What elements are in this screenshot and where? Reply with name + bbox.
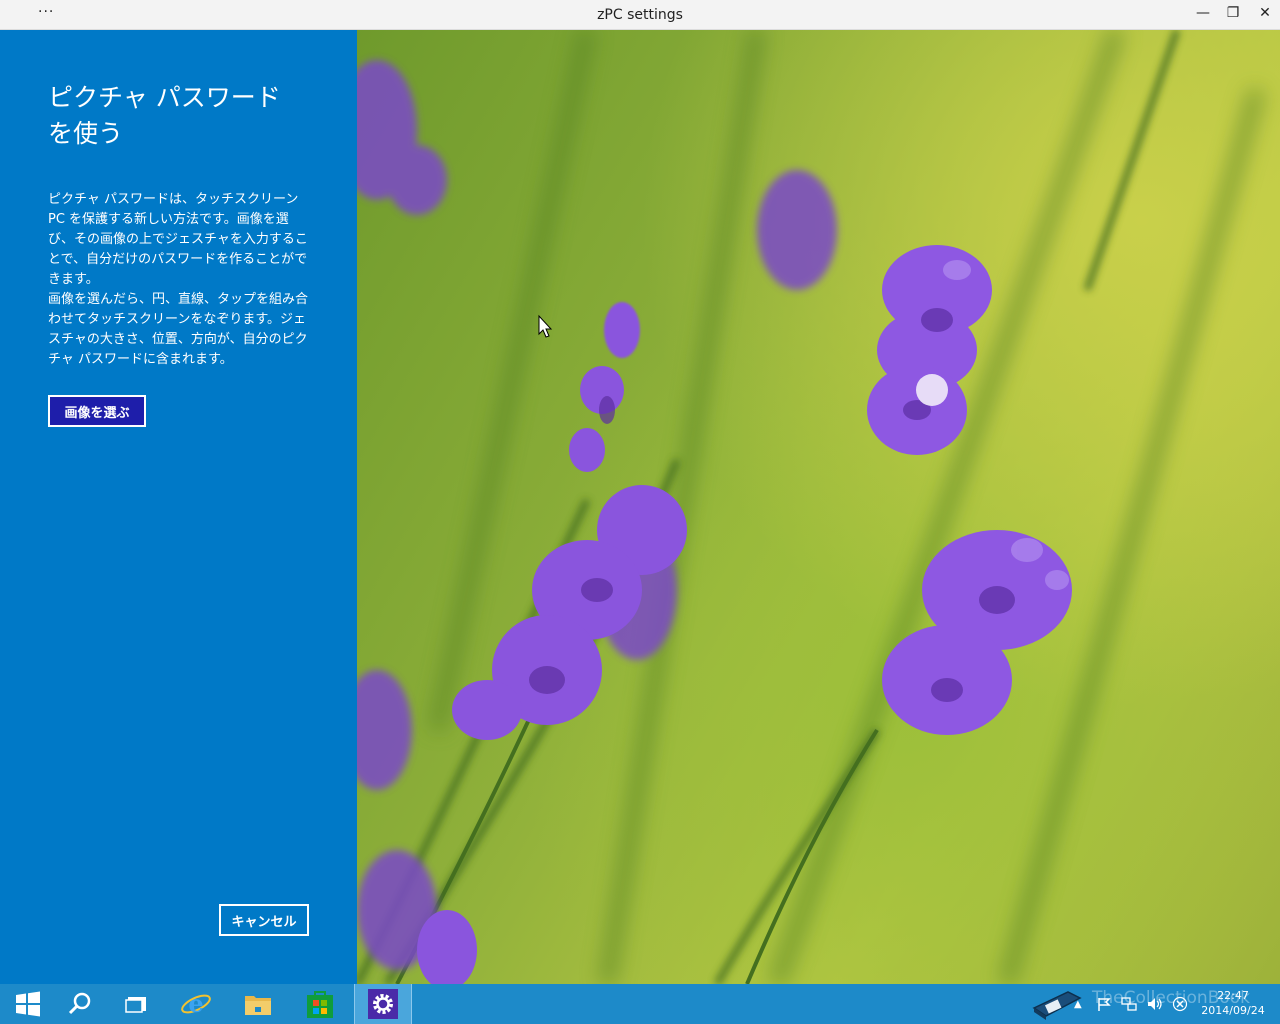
search-icon (68, 992, 91, 1015)
mouse-cursor (538, 314, 553, 338)
window-title: zPC settings (597, 7, 683, 23)
file-explorer-icon (245, 996, 271, 1015)
minimize-button[interactable]: — (1192, 5, 1214, 25)
search-button[interactable] (52, 984, 108, 1024)
description-paragraph-1: ピクチャ パスワードは、タッチスクリーン PC を保護する新しい方法です。画像を… (48, 192, 308, 287)
description-paragraph-2: 画像を選んだら、円、直線、タップを組み合わせてタッチスクリーンをなぞります。ジェ… (48, 292, 309, 367)
clock[interactable]: 22:47 2014/09/24 (1198, 988, 1268, 1018)
file-explorer-button[interactable] (230, 984, 286, 1024)
clock-date: 2014/09/24 (1201, 1004, 1265, 1017)
start-button[interactable] (0, 984, 56, 1024)
picture-password-panel: ピクチャ パスワードを使う ピクチャ パスワードは、タッチスクリーン PC を保… (0, 30, 357, 984)
network-icon[interactable] (1120, 996, 1138, 1012)
disconnected-icon[interactable] (1172, 996, 1188, 1012)
taskbar: e TheCollectionBook ▲ 22:47 2014/09/24 (0, 984, 1280, 1024)
close-button[interactable]: ✕ (1254, 5, 1276, 25)
lavender-picture[interactable] (357, 30, 1280, 984)
title-bar: ··· zPC settings — ❐ ✕ (0, 0, 1280, 30)
task-view-button[interactable] (108, 984, 164, 1024)
action-center-flag-icon[interactable] (1096, 996, 1112, 1012)
clock-time: 22:47 (1217, 989, 1249, 1002)
task-view-icon (125, 997, 146, 1013)
store-icon (307, 991, 333, 1018)
page-title: ピクチャ パスワードを使う (48, 83, 281, 148)
store-button[interactable] (292, 984, 348, 1024)
lavender-illustration (357, 30, 1265, 984)
cancel-button[interactable]: キャンセル (219, 904, 309, 936)
internet-explorer-icon: e (181, 989, 211, 1018)
gesture-touch-point (916, 374, 948, 406)
restore-button[interactable]: ❐ (1222, 5, 1244, 25)
internet-explorer-button[interactable]: e (168, 984, 224, 1024)
svg-text:e: e (188, 989, 203, 1018)
choose-picture-button[interactable]: 画像を選ぶ (48, 395, 146, 427)
start-icon (16, 991, 40, 1017)
system-tray: ▲ (1074, 984, 1188, 1024)
show-hidden-icons-icon[interactable]: ▲ (1074, 999, 1082, 1010)
settings-button[interactable] (354, 984, 412, 1024)
settings-icon (368, 989, 398, 1019)
volume-icon[interactable] (1146, 996, 1164, 1012)
